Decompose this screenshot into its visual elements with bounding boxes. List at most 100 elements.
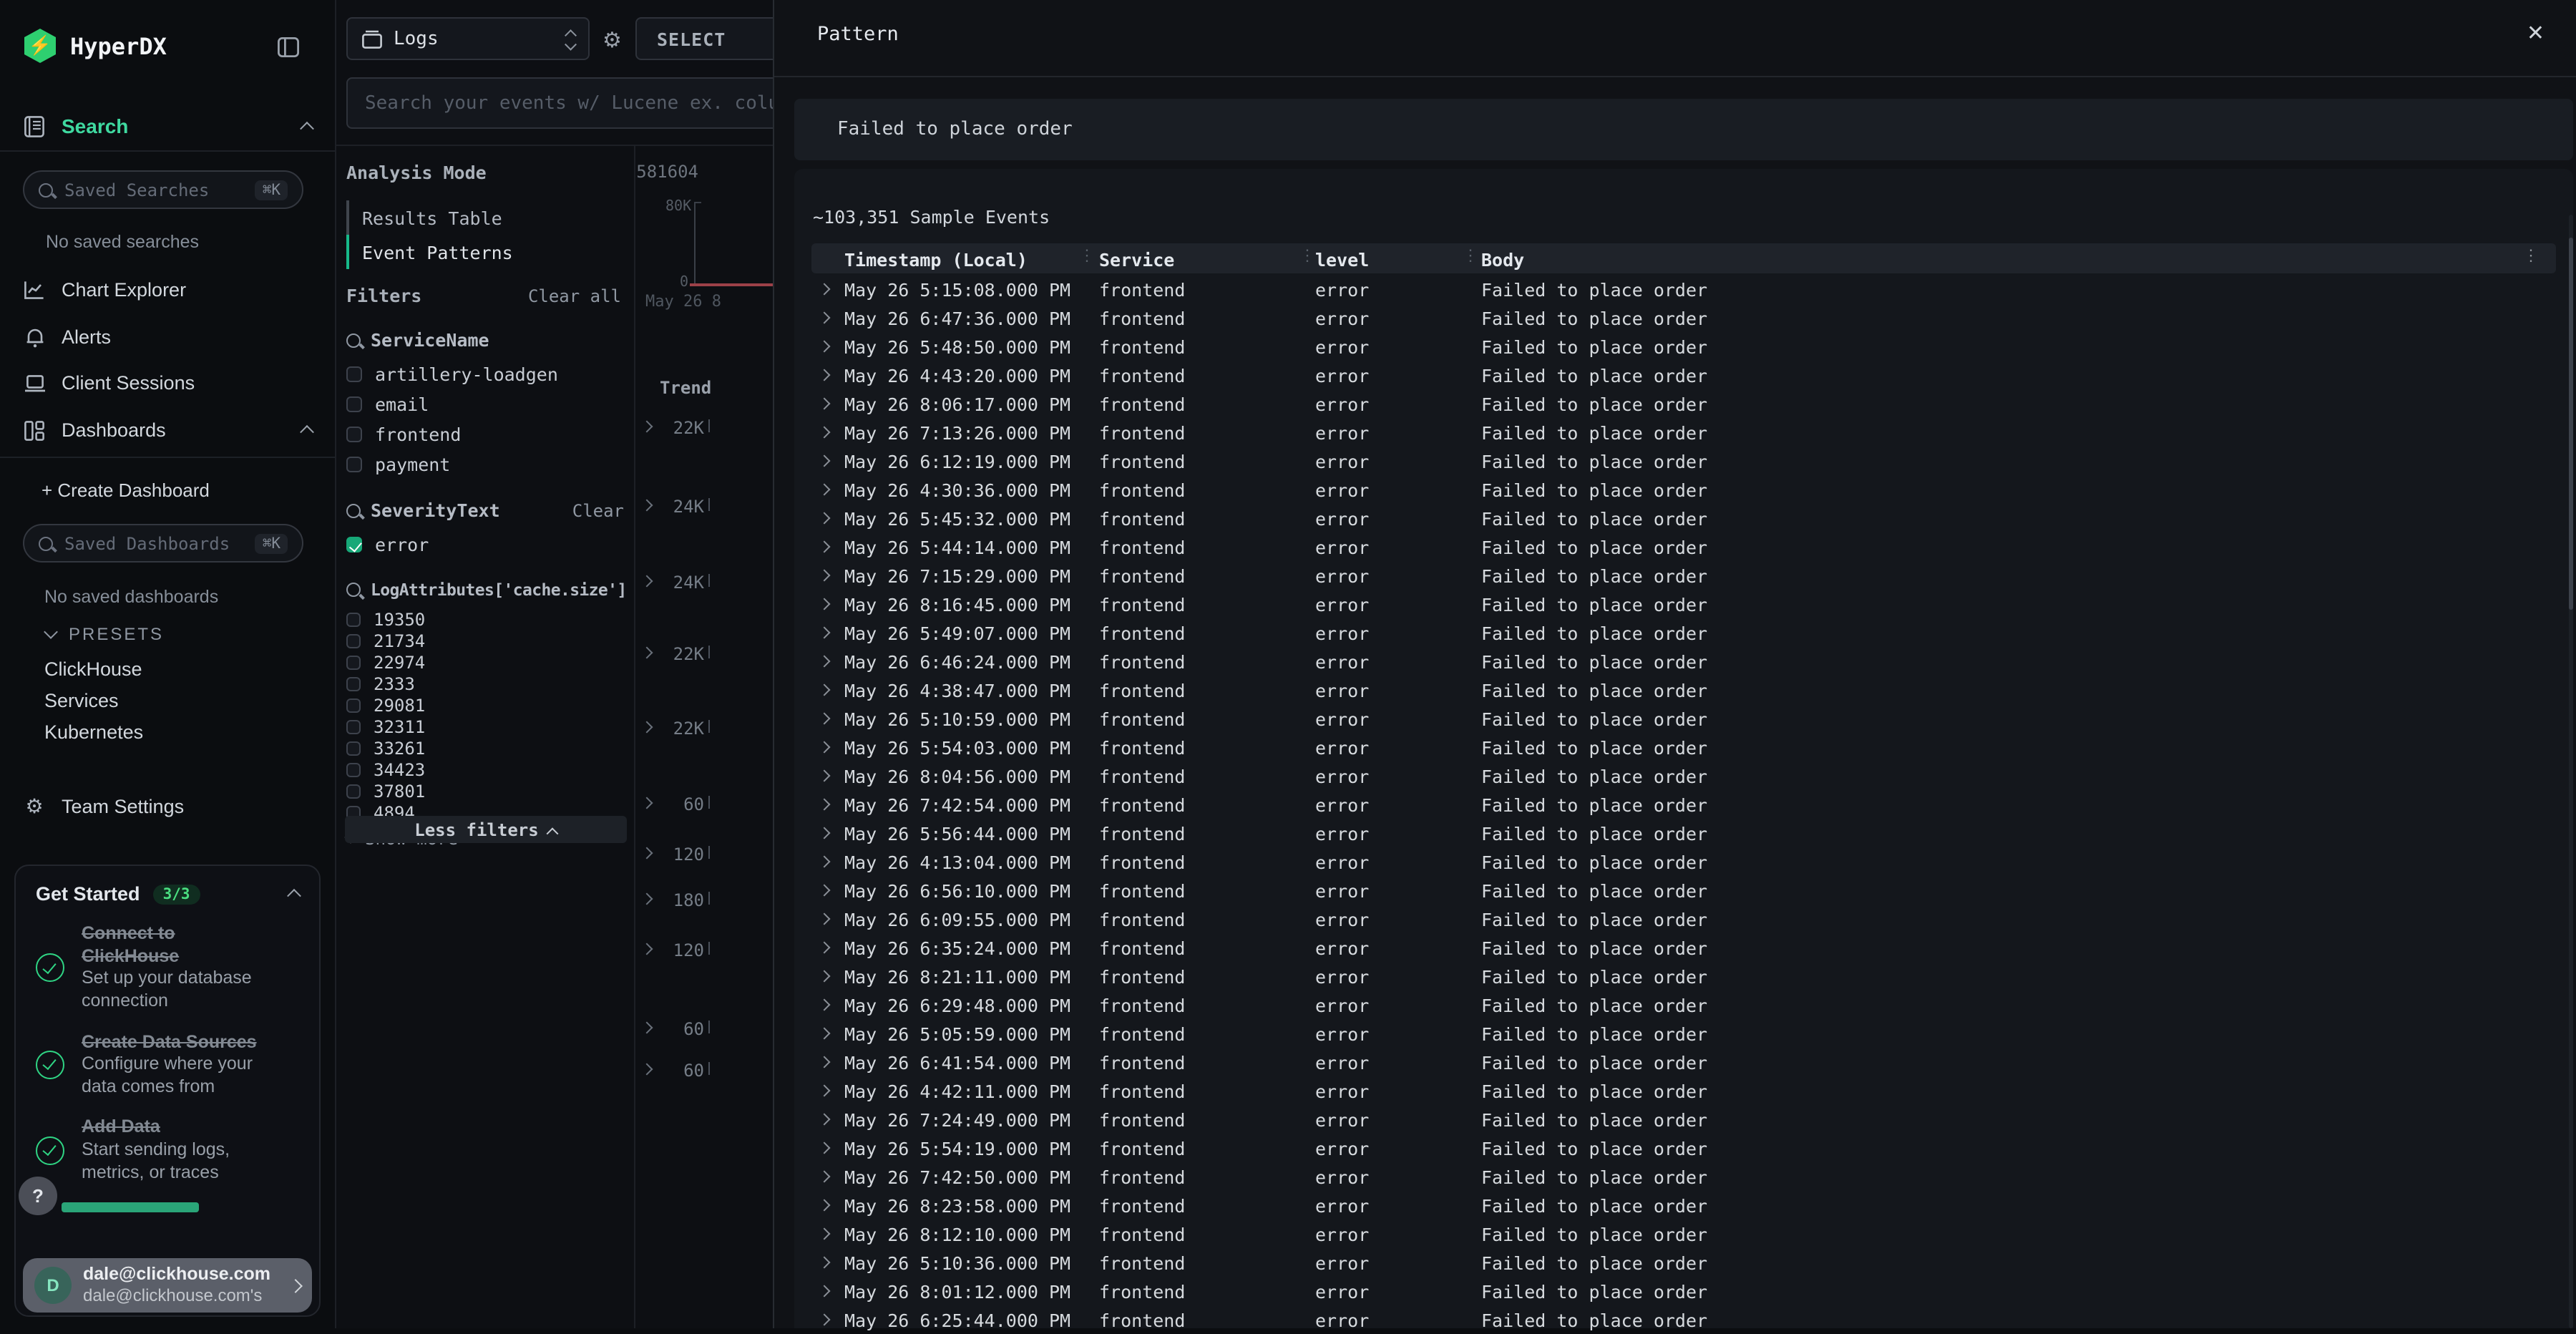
expand-row-chevron-icon[interactable] bbox=[819, 713, 831, 725]
table-row[interactable]: May 26 8:12:10.000 PMfrontenderrorFailed… bbox=[811, 1219, 2556, 1248]
col-body[interactable]: Body bbox=[1481, 248, 1524, 270]
checkbox[interactable] bbox=[346, 427, 362, 442]
table-row[interactable]: May 26 5:05:59.000 PMfrontenderrorFailed… bbox=[811, 1019, 2556, 1048]
expand-row-chevron-icon[interactable] bbox=[819, 913, 831, 925]
checkbox[interactable] bbox=[346, 762, 361, 776]
preset-item-services[interactable]: Services bbox=[44, 690, 119, 711]
source-settings-gear-icon[interactable]: ⚙ bbox=[602, 27, 622, 53]
sidebar-item-search[interactable]: Search bbox=[23, 115, 312, 137]
table-row[interactable]: May 26 5:45:32.000 PMfrontenderrorFailed… bbox=[811, 504, 2556, 532]
facet-search-icon[interactable] bbox=[346, 333, 361, 347]
filter-option-artillery-loadgen[interactable]: artillery-loadgen bbox=[346, 359, 624, 389]
table-row[interactable]: May 26 5:56:44.000 PMfrontenderrorFailed… bbox=[811, 819, 2556, 847]
expand-row-chevron-icon[interactable] bbox=[819, 541, 831, 553]
col-timestamp[interactable]: Timestamp (Local) bbox=[844, 248, 1028, 270]
table-row[interactable]: May 26 6:47:36.000 PMfrontenderrorFailed… bbox=[811, 303, 2556, 332]
filter-option-frontend[interactable]: frontend bbox=[346, 419, 624, 449]
filter-option-34423[interactable]: 34423 bbox=[346, 759, 624, 780]
less-filters-button[interactable]: Less filters bbox=[345, 816, 627, 843]
expand-row-chevron-icon[interactable] bbox=[819, 999, 831, 1011]
expand-row-chevron-icon[interactable] bbox=[819, 1028, 831, 1040]
preset-item-kubernetes[interactable]: Kubernetes bbox=[44, 721, 143, 743]
expand-row-chevron-icon[interactable] bbox=[819, 885, 831, 897]
saved-searches-input[interactable]: Saved Searches ⌘K bbox=[23, 170, 303, 209]
checkbox[interactable] bbox=[346, 698, 361, 712]
expand-row-chevron-icon[interactable] bbox=[819, 455, 831, 467]
mode-results-table[interactable]: Results Table bbox=[346, 200, 618, 235]
filter-option-error[interactable]: error bbox=[346, 530, 624, 560]
sidebar-item-client-sessions[interactable]: Client Sessions bbox=[23, 372, 312, 394]
preset-item-clickhouse[interactable]: ClickHouse bbox=[44, 658, 142, 680]
table-row[interactable]: May 26 5:10:59.000 PMfrontenderrorFailed… bbox=[811, 704, 2556, 733]
expand-row-chevron-icon[interactable] bbox=[819, 484, 831, 496]
presets-toggle[interactable]: PRESETS bbox=[46, 624, 164, 644]
sidebar-item-team-settings[interactable]: ⚙ Team Settings bbox=[23, 794, 184, 819]
checklist-item[interactable]: Create Data Sources Configure where your… bbox=[36, 1031, 299, 1099]
checkbox[interactable] bbox=[346, 784, 361, 798]
table-row[interactable]: May 26 5:10:36.000 PMfrontenderrorFailed… bbox=[811, 1248, 2556, 1277]
expand-row-chevron-icon[interactable] bbox=[819, 1257, 831, 1269]
expand-row-chevron-icon[interactable] bbox=[819, 970, 831, 983]
table-row[interactable]: May 26 8:21:11.000 PMfrontenderrorFailed… bbox=[811, 962, 2556, 990]
table-row[interactable]: May 26 6:09:55.000 PMfrontenderrorFailed… bbox=[811, 905, 2556, 933]
expand-row-chevron-icon[interactable] bbox=[819, 1199, 831, 1212]
column-resize-handle[interactable]: ⋮ bbox=[1463, 246, 1478, 265]
sidebar-item-dashboards[interactable]: Dashboards bbox=[23, 419, 312, 441]
expand-row-chevron-icon[interactable] bbox=[819, 570, 831, 582]
filter-option-22974[interactable]: 22974 bbox=[346, 651, 624, 673]
clear-all-button[interactable]: Clear all bbox=[528, 286, 621, 306]
table-row[interactable]: May 26 4:13:04.000 PMfrontenderrorFailed… bbox=[811, 847, 2556, 876]
user-menu[interactable]: D dale@clickhouse.com dale@clickhouse.co… bbox=[23, 1258, 312, 1313]
filter-option-19350[interactable]: 19350 bbox=[346, 608, 624, 630]
expand-row-chevron-icon[interactable] bbox=[819, 1314, 831, 1326]
checkbox-checked[interactable] bbox=[346, 537, 362, 552]
expand-row-chevron-icon[interactable] bbox=[819, 398, 831, 410]
checkbox[interactable] bbox=[346, 633, 361, 648]
checkbox[interactable] bbox=[346, 719, 361, 734]
filter-option-37801[interactable]: 37801 bbox=[346, 780, 624, 802]
expand-row-chevron-icon[interactable] bbox=[819, 512, 831, 525]
col-level[interactable]: level bbox=[1315, 248, 1369, 270]
expand-row-chevron-icon[interactable] bbox=[819, 1285, 831, 1298]
expand-row-chevron-icon[interactable] bbox=[819, 827, 831, 839]
table-row[interactable]: May 26 7:42:50.000 PMfrontenderrorFailed… bbox=[811, 1162, 2556, 1191]
expand-row-chevron-icon[interactable] bbox=[819, 427, 831, 439]
scrollbar-thumb[interactable] bbox=[2569, 238, 2573, 610]
table-row[interactable]: May 26 5:54:03.000 PMfrontenderrorFailed… bbox=[811, 733, 2556, 761]
get-started-header[interactable]: Get Started 3/3 bbox=[36, 883, 299, 905]
expand-row-chevron-icon[interactable] bbox=[819, 656, 831, 668]
table-row[interactable]: May 26 5:48:50.000 PMfrontenderrorFailed… bbox=[811, 332, 2556, 361]
table-row[interactable]: May 26 8:04:56.000 PMfrontenderrorFailed… bbox=[811, 761, 2556, 790]
events-search-input[interactable]: Search your events w/ Lucene ex. colu bbox=[346, 77, 773, 129]
table-row[interactable]: May 26 7:42:54.000 PMfrontenderrorFailed… bbox=[811, 790, 2556, 819]
table-row[interactable]: May 26 7:24:49.000 PMfrontenderrorFailed… bbox=[811, 1105, 2556, 1134]
table-row[interactable]: May 26 4:43:20.000 PMfrontenderrorFailed… bbox=[811, 361, 2556, 389]
source-selector[interactable]: Logs bbox=[346, 17, 590, 60]
expand-row-chevron-icon[interactable] bbox=[819, 312, 831, 324]
checkbox[interactable] bbox=[346, 612, 361, 626]
table-row[interactable]: May 26 5:49:07.000 PMfrontenderrorFailed… bbox=[811, 618, 2556, 647]
table-row[interactable]: May 26 8:01:12.000 PMfrontenderrorFailed… bbox=[811, 1277, 2556, 1305]
close-icon[interactable]: ✕ bbox=[2527, 20, 2545, 46]
sidebar-item-chart-explorer[interactable]: Chart Explorer bbox=[23, 279, 312, 301]
checklist-item[interactable]: Connect to ClickHouse Set up your databa… bbox=[36, 923, 299, 1013]
col-service[interactable]: Service bbox=[1099, 248, 1174, 270]
table-row[interactable]: May 26 6:56:10.000 PMfrontenderrorFailed… bbox=[811, 876, 2556, 905]
expand-row-chevron-icon[interactable] bbox=[819, 799, 831, 811]
expand-row-chevron-icon[interactable] bbox=[819, 598, 831, 610]
create-dashboard-button[interactable]: + Create Dashboard bbox=[42, 479, 210, 501]
table-row[interactable]: May 26 6:46:24.000 PMfrontenderrorFailed… bbox=[811, 647, 2556, 676]
app-logo[interactable]: ⚡ HyperDX bbox=[24, 29, 167, 63]
table-row[interactable]: May 26 6:12:19.000 PMfrontenderrorFailed… bbox=[811, 447, 2556, 475]
expand-row-chevron-icon[interactable] bbox=[819, 741, 831, 754]
collapse-sidebar-icon[interactable] bbox=[278, 37, 299, 57]
select-button[interactable]: SELECT bbox=[635, 17, 773, 60]
expand-row-chevron-icon[interactable] bbox=[819, 341, 831, 353]
sidebar-item-alerts[interactable]: Alerts bbox=[23, 326, 312, 348]
table-options-kebab-icon[interactable]: ⋮ bbox=[2523, 246, 2539, 265]
checklist-item[interactable]: Add Data Start sending logs, metrics, or… bbox=[36, 1117, 299, 1184]
expand-row-chevron-icon[interactable] bbox=[819, 1171, 831, 1183]
checkbox[interactable] bbox=[346, 366, 362, 382]
filter-option-32311[interactable]: 32311 bbox=[346, 716, 624, 737]
table-row[interactable]: May 26 4:38:47.000 PMfrontenderrorFailed… bbox=[811, 676, 2556, 704]
